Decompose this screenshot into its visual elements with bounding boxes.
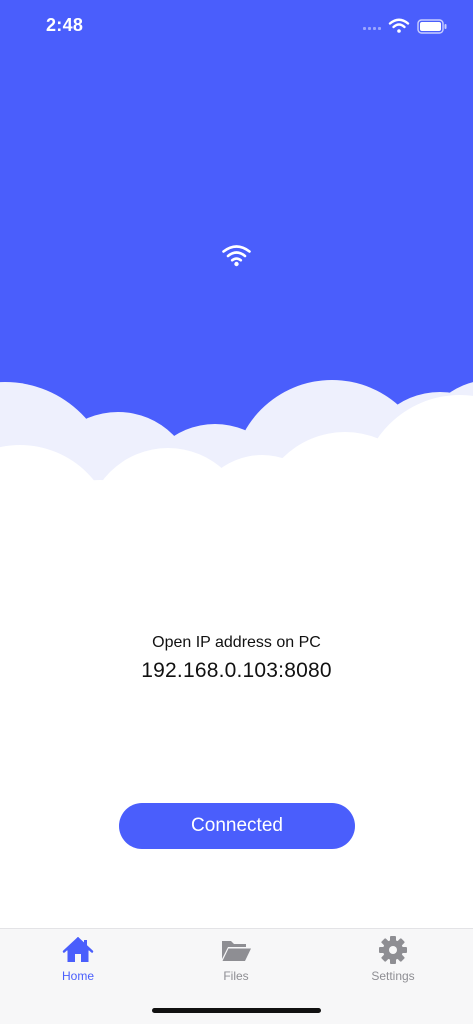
tab-home-label: Home bbox=[61, 969, 94, 983]
tab-files-label: Files bbox=[223, 969, 249, 983]
screen: 2:48 Open IP address on PC 192.168.0.103… bbox=[0, 0, 473, 1024]
wifi-status-icon bbox=[388, 18, 410, 33]
ip-address: 192.168.0.103:8080 bbox=[141, 659, 332, 682]
tab-files[interactable]: Files bbox=[176, 935, 296, 987]
tab-home[interactable]: Home bbox=[18, 935, 138, 987]
instruction-text: Open IP address on PC bbox=[152, 634, 321, 651]
signal-icon bbox=[363, 27, 381, 30]
tab-settings-label: Settings bbox=[371, 969, 415, 983]
connected-button[interactable]: Connected bbox=[119, 803, 355, 849]
wifi-icon bbox=[222, 245, 251, 267]
battery-icon bbox=[417, 19, 447, 34]
tab-settings[interactable]: Settings bbox=[333, 935, 453, 987]
connection-info: Open IP address on PC 192.168.0.103:8080 bbox=[0, 632, 473, 686]
home-icon bbox=[62, 937, 94, 962]
status-bar: 2:48 bbox=[0, 0, 473, 52]
status-time: 2:48 bbox=[46, 15, 84, 35]
gear-icon bbox=[379, 936, 407, 964]
home-indicator bbox=[152, 1008, 321, 1013]
status-icons bbox=[363, 16, 449, 36]
folder-open-icon bbox=[222, 941, 251, 961]
